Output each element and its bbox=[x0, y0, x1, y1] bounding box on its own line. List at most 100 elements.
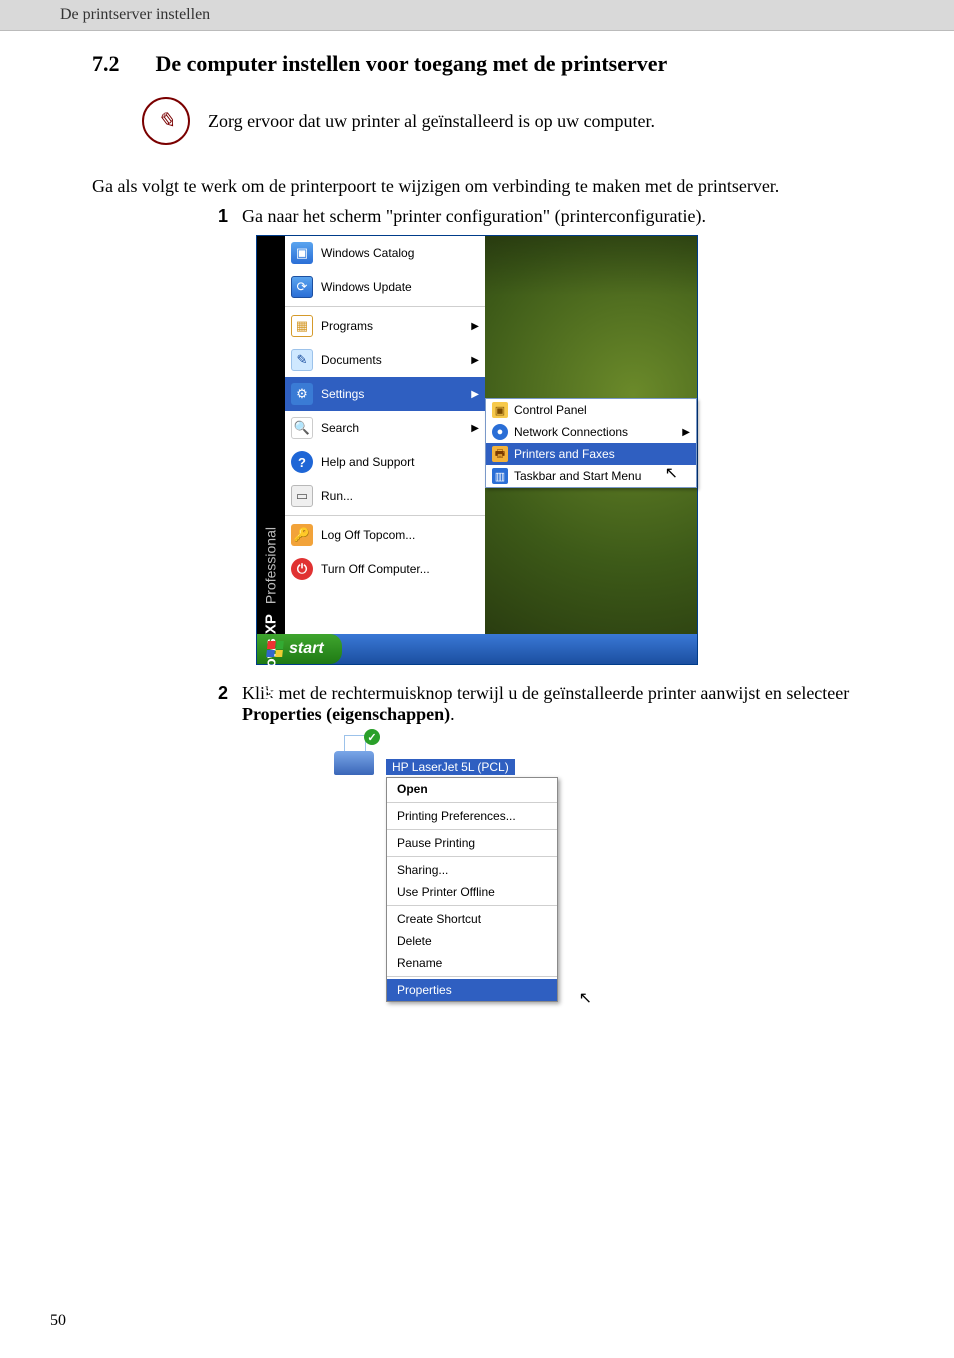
logoff-icon: 🔑 bbox=[291, 524, 313, 546]
run-icon: ▭ bbox=[291, 485, 313, 507]
printer-icon-and-label[interactable]: ✓ HP LaserJet 5L (PCL) bbox=[332, 733, 622, 775]
brand-strip: Windows XP Professional bbox=[257, 236, 285, 634]
default-check-icon: ✓ bbox=[364, 729, 380, 745]
update-icon: ⟳ bbox=[291, 276, 313, 298]
section-heading: 7.2 De computer instellen voor toegang m… bbox=[92, 51, 904, 77]
taskbar-icon: ▥ bbox=[492, 468, 508, 484]
menu-item-windows-catalog[interactable]: ▣ Windows Catalog bbox=[285, 236, 485, 270]
brand-windows: Windows XP bbox=[263, 614, 280, 704]
label: Network Connections bbox=[514, 425, 676, 439]
page-number: 50 bbox=[50, 1312, 66, 1330]
submenu-arrow-icon: ▶ bbox=[471, 321, 479, 332]
menu-item-search[interactable]: 🔍 Search ▶ bbox=[285, 411, 485, 445]
intro-text: Ga als volgt te werk om de printerpoort … bbox=[92, 175, 904, 198]
submenu-arrow-icon: ▶ bbox=[471, 423, 479, 434]
submenu-arrow-icon: ▶ bbox=[471, 355, 479, 366]
desktop-background: ▣ Control Panel ● Network Connections ▶ … bbox=[485, 236, 697, 634]
submenu-arrow-icon: ▶ bbox=[682, 427, 690, 438]
separator bbox=[387, 856, 557, 857]
ctx-sharing[interactable]: Sharing... bbox=[387, 859, 557, 881]
documents-icon: ✎ bbox=[291, 349, 313, 371]
label: Help and Support bbox=[321, 455, 479, 469]
printer-icon: ✓ bbox=[332, 733, 378, 775]
printer-context-menu: ✓ HP LaserJet 5L (PCL) Open Printing Pre… bbox=[332, 733, 622, 1002]
step-text-b: . bbox=[450, 704, 455, 724]
ctx-rename[interactable]: Rename bbox=[387, 952, 557, 974]
menu-item-run[interactable]: ▭ Run... bbox=[285, 479, 485, 513]
separator bbox=[387, 905, 557, 906]
label: Log Off Topcom... bbox=[321, 528, 479, 542]
step-text-bold: Properties (eigenschappen) bbox=[242, 704, 450, 724]
menu-item-turnoff[interactable]: ⏻ Turn Off Computer... bbox=[285, 552, 485, 586]
separator bbox=[387, 976, 557, 977]
step-number: 1 bbox=[210, 206, 228, 227]
ctx-open[interactable]: Open bbox=[387, 778, 557, 800]
label: Control Panel bbox=[514, 403, 690, 417]
brand-professional: Professional bbox=[263, 527, 279, 604]
start-menu-left-pane: ▣ Windows Catalog ⟳ Windows Update ▦ Pro… bbox=[285, 236, 485, 634]
submenu-arrow-icon: ▶ bbox=[471, 389, 479, 400]
step-text: Ga naar het scherm "printer configuratio… bbox=[242, 206, 904, 227]
ctx-properties[interactable]: Properties bbox=[387, 979, 557, 1001]
printer-name-label: HP LaserJet 5L (PCL) bbox=[386, 759, 515, 775]
step-2: 2 Klik met de rechtermuisknop terwijl u … bbox=[210, 683, 904, 725]
separator bbox=[285, 306, 485, 307]
cursor-icon: ↖ bbox=[579, 988, 592, 1008]
figure-context-menu: ✓ HP LaserJet 5L (PCL) Open Printing Pre… bbox=[50, 733, 904, 1002]
submenu-control-panel[interactable]: ▣ Control Panel bbox=[486, 399, 696, 421]
separator bbox=[387, 829, 557, 830]
printers-icon: 🖶 bbox=[492, 446, 508, 462]
step-1: 1 Ga naar het scherm "printer configurat… bbox=[210, 206, 904, 227]
settings-icon: ⚙ bbox=[291, 383, 313, 405]
step-text-a: Klik met de rechtermuisknop terwijl u de… bbox=[242, 683, 849, 703]
label: Search bbox=[321, 421, 463, 435]
step-text: Klik met de rechtermuisknop terwijl u de… bbox=[242, 683, 904, 725]
separator bbox=[285, 515, 485, 516]
label: Settings bbox=[321, 387, 463, 401]
ctx-create-shortcut[interactable]: Create Shortcut bbox=[387, 908, 557, 930]
label: Printers and Faxes bbox=[514, 447, 690, 461]
taskbar: start bbox=[257, 634, 697, 664]
settings-submenu: ▣ Control Panel ● Network Connections ▶ … bbox=[485, 398, 697, 488]
submenu-printers-and-faxes[interactable]: 🖶 Printers and Faxes bbox=[486, 443, 696, 465]
label: Windows Update bbox=[321, 280, 479, 294]
separator bbox=[387, 802, 557, 803]
section-number: 7.2 bbox=[92, 51, 120, 77]
submenu-taskbar-start-menu[interactable]: ▥ Taskbar and Start Menu bbox=[486, 465, 696, 487]
menu-item-programs[interactable]: ▦ Programs ▶ bbox=[285, 309, 485, 343]
windows-xp-start-menu: Windows XP Professional ▣ Windows Catalo… bbox=[256, 235, 698, 665]
menu-item-windows-update[interactable]: ⟳ Windows Update bbox=[285, 270, 485, 304]
note-hand-icon: ✎ bbox=[142, 97, 190, 145]
label: Windows Catalog bbox=[321, 246, 479, 260]
label: Run... bbox=[321, 489, 479, 503]
note-row: ✎ Zorg ervoor dat uw printer al geïnstal… bbox=[142, 97, 904, 145]
menu-item-help[interactable]: ? Help and Support bbox=[285, 445, 485, 479]
section-title: De computer instellen voor toegang met d… bbox=[156, 51, 668, 77]
menu-item-logoff[interactable]: 🔑 Log Off Topcom... bbox=[285, 518, 485, 552]
menu-item-documents[interactable]: ✎ Documents ▶ bbox=[285, 343, 485, 377]
menu-item-settings[interactable]: ⚙ Settings ▶ bbox=[285, 377, 485, 411]
label: Turn Off Computer... bbox=[321, 562, 479, 576]
ctx-use-offline[interactable]: Use Printer Offline bbox=[387, 881, 557, 903]
power-icon: ⏻ bbox=[291, 558, 313, 580]
step-number: 2 bbox=[210, 683, 228, 725]
start-label: start bbox=[289, 640, 324, 658]
programs-icon: ▦ bbox=[291, 315, 313, 337]
label: Taskbar and Start Menu bbox=[514, 469, 690, 483]
label: Documents bbox=[321, 353, 463, 367]
control-panel-icon: ▣ bbox=[492, 402, 508, 418]
windows-flag-icon bbox=[266, 641, 284, 657]
note-text: Zorg ervoor dat uw printer al geïnstalle… bbox=[208, 111, 655, 132]
help-icon: ? bbox=[291, 451, 313, 473]
catalog-icon: ▣ bbox=[291, 242, 313, 264]
label: Programs bbox=[321, 319, 463, 333]
content-area: 7.2 De computer instellen voor toegang m… bbox=[0, 31, 954, 1002]
ctx-printing-preferences[interactable]: Printing Preferences... bbox=[387, 805, 557, 827]
ctx-delete[interactable]: Delete bbox=[387, 930, 557, 952]
submenu-network-connections[interactable]: ● Network Connections ▶ bbox=[486, 421, 696, 443]
page: De printserver instellen 7.2 De computer… bbox=[0, 0, 954, 1358]
figure-start-menu: Windows XP Professional ▣ Windows Catalo… bbox=[50, 235, 904, 665]
page-header: De printserver instellen bbox=[0, 0, 954, 31]
context-menu-list: Open Printing Preferences... Pause Print… bbox=[386, 777, 558, 1002]
ctx-pause-printing[interactable]: Pause Printing bbox=[387, 832, 557, 854]
